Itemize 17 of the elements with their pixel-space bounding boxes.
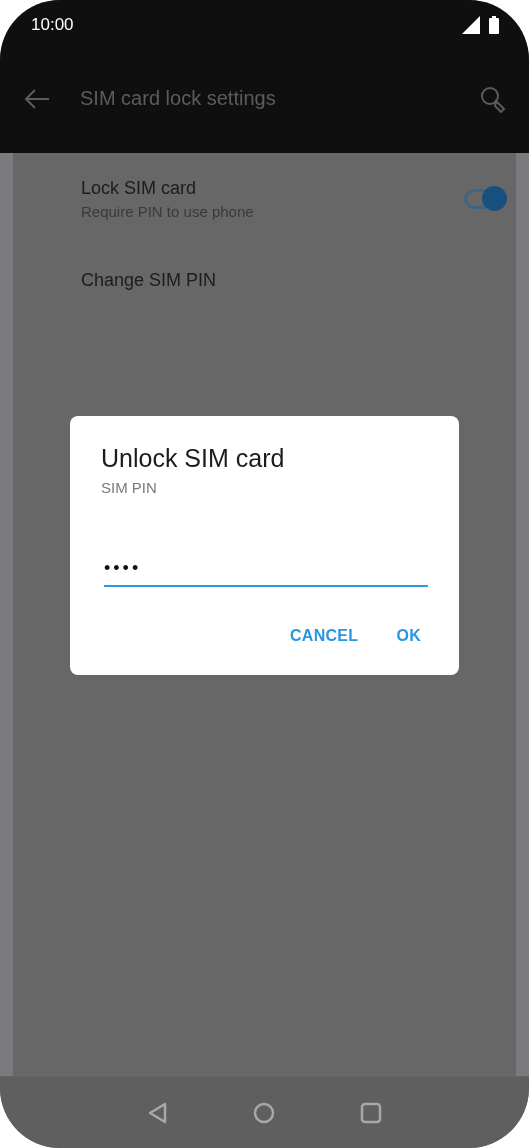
pin-field[interactable]: ••••	[104, 558, 428, 587]
status-time: 10:00	[31, 15, 74, 35]
toggle-switch[interactable]	[462, 185, 508, 213]
signal-icon	[462, 16, 480, 34]
field-label: SIM PIN	[101, 479, 158, 496]
dialog-title: Unlock SIM card	[101, 444, 286, 473]
recents-icon[interactable]	[359, 1101, 382, 1124]
battery-icon	[489, 16, 499, 34]
home-icon[interactable]	[252, 1101, 275, 1124]
dialog-button[interactable]: CANCEL	[281, 621, 367, 651]
back-icon[interactable]	[147, 1101, 168, 1124]
setting-title: Lock SIM card	[81, 178, 198, 199]
search-icon[interactable]	[479, 84, 507, 113]
setting-title[interactable]: Change SIM PIN	[81, 269, 508, 291]
back-arrow-icon[interactable]	[24, 88, 50, 109]
screen-title: SIM card lock settings	[80, 87, 277, 110]
dialog-button[interactable]: OK	[388, 621, 429, 651]
